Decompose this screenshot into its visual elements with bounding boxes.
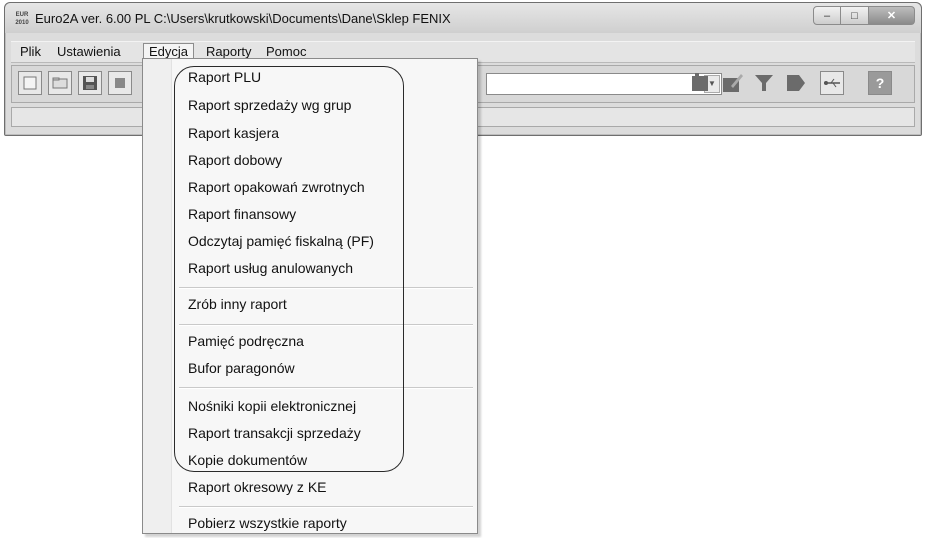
print-icon	[115, 78, 125, 88]
export-icon	[787, 75, 805, 91]
menu-item-raport-transakcji-sprzedazy[interactable]: Raport transakcji sprzedaży	[188, 421, 361, 445]
print-button[interactable]	[108, 71, 132, 95]
edit-device-button[interactable]	[720, 71, 744, 95]
save-icon	[83, 76, 97, 90]
app-logo-icon: EUR 2010	[15, 12, 29, 26]
usb-icon	[824, 78, 840, 88]
menu-item-raport-opakowan-zwrotnych[interactable]: Raport opakowań zwrotnych	[188, 175, 365, 199]
minimize-button[interactable]: –	[813, 6, 841, 25]
maximize-icon: □	[851, 9, 858, 22]
export-button[interactable]	[784, 71, 808, 95]
filter-icon	[755, 75, 773, 91]
menu-item-bufor-paragonow[interactable]: Bufor paragonów	[188, 356, 295, 380]
window-controls: – □ ✕	[813, 6, 915, 26]
menu-item-kopie-dokumentow[interactable]: Kopie dokumentów	[188, 448, 307, 472]
menu-item-odczytaj-pamiec-fiskalna[interactable]: Odczytaj pamięć fiskalną (PF)	[188, 229, 374, 253]
device-select[interactable]: ▼	[486, 73, 722, 95]
menu-ustawienia[interactable]: Ustawienia	[52, 43, 126, 61]
menu-item-raport-kasjera[interactable]: Raport kasjera	[188, 121, 279, 145]
menu-separator	[179, 387, 473, 389]
menu-item-raport-uslug-anulowanych[interactable]: Raport usług anulowanych	[188, 256, 353, 280]
menu-item-raport-okresowy-z-ke[interactable]: Raport okresowy z KE	[188, 475, 327, 499]
filter-button[interactable]	[752, 71, 776, 95]
open-icon	[52, 77, 68, 89]
menu-item-pobierz-wszystkie-raporty[interactable]: Pobierz wszystkie raporty	[188, 511, 347, 535]
maximize-button[interactable]: □	[841, 6, 869, 25]
connect-device-button[interactable]	[688, 71, 712, 95]
menu-item-raport-dobowy[interactable]: Raport dobowy	[188, 148, 282, 172]
minimize-icon: –	[823, 9, 831, 22]
menu-gutter	[143, 59, 172, 533]
close-button[interactable]: ✕	[869, 6, 915, 25]
edycja-dropdown-menu: Raport PLU Raport sprzedaży wg grup Rapo…	[142, 58, 478, 534]
close-icon: ✕	[886, 10, 897, 22]
new-file-icon	[23, 76, 37, 90]
title-bar[interactable]: EUR 2010 Euro2A ver. 6.00 PL C:\Users\kr…	[5, 3, 921, 33]
menu-separator	[179, 506, 473, 508]
menu-plik[interactable]: Plik	[15, 43, 46, 61]
help-button[interactable]: ?	[868, 71, 892, 95]
menu-item-pamiec-podreczna[interactable]: Pamięć podręczna	[188, 329, 304, 353]
new-file-button[interactable]	[18, 71, 42, 95]
window-title: Euro2A ver. 6.00 PL C:\Users\krutkowski\…	[35, 11, 451, 26]
edit-device-icon	[723, 74, 743, 92]
menu-item-raport-finansowy[interactable]: Raport finansowy	[188, 202, 296, 226]
open-button[interactable]	[48, 71, 72, 95]
menu-item-raport-plu[interactable]: Raport PLU	[188, 65, 261, 89]
connect-device-icon	[692, 73, 708, 91]
help-icon: ?	[875, 75, 885, 91]
menu-item-nosniki-kopii-elektronicznej[interactable]: Nośniki kopii elektronicznej	[188, 394, 356, 418]
menu-separator	[179, 287, 473, 289]
menu-item-raport-sprzedazy-wg-grup[interactable]: Raport sprzedaży wg grup	[188, 93, 351, 117]
menu-item-zrob-inny-raport[interactable]: Zrób inny raport	[188, 292, 287, 316]
save-button[interactable]	[78, 71, 102, 95]
menu-separator	[179, 324, 473, 326]
usb-button[interactable]	[820, 71, 844, 95]
